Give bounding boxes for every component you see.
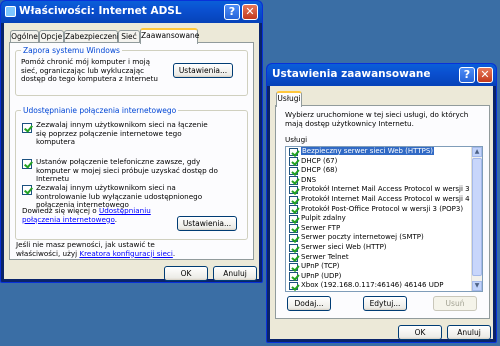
service-checkbox[interactable] xyxy=(289,243,298,252)
service-checkbox[interactable] xyxy=(289,253,298,262)
advanced-tab-panel: Zapora systemu Windows Pomóż chronić mój… xyxy=(9,42,254,260)
services-label: Usługi xyxy=(285,135,308,144)
service-item[interactable]: Xbox (192.168.0.117:46146) 46146 UDP xyxy=(288,281,471,291)
service-checkbox[interactable] xyxy=(289,214,298,224)
service-item[interactable]: Serwer sieci Web (HTTP) xyxy=(288,243,471,253)
service-checkbox[interactable] xyxy=(289,176,298,185)
services-list[interactable]: Bezpieczny serwer sieci Web (HTTPS) DHCP… xyxy=(285,146,483,292)
close-button[interactable]: ✕ xyxy=(242,4,258,20)
properties-window: Właściwości: Internet ADSL ? ✕ Ogólne Op… xyxy=(0,0,263,283)
service-item[interactable]: Serwer Telnet xyxy=(288,253,471,263)
ics-learn-more: Dowiedz się więcej o Udostępnianiu połąc… xyxy=(22,206,152,224)
ics-settings-button[interactable]: Ustawienia... xyxy=(177,216,237,231)
scroll-up-icon[interactable]: ▲ xyxy=(472,147,482,157)
service-checkbox[interactable] xyxy=(289,147,298,156)
dial-on-demand-checkbox[interactable] xyxy=(22,159,32,169)
scrollbar-thumb[interactable] xyxy=(472,158,482,276)
ics-group: Udostępnianie połączenia internetowego Z… xyxy=(15,106,248,240)
properties-client: Ogólne Opcje Zabezpieczenia Sieć Zaawans… xyxy=(4,23,259,281)
properties-title: Właściwości: Internet ADSL xyxy=(19,5,182,17)
services-scrollbar[interactable]: ▲ ▼ xyxy=(471,147,482,291)
service-checkbox[interactable] xyxy=(289,224,298,233)
service-item[interactable]: Bezpieczny serwer sieci Web (HTTPS) xyxy=(288,147,471,157)
service-item[interactable]: UPnP (UDP) xyxy=(288,272,471,282)
advanced-help-button[interactable]: ? xyxy=(459,67,475,83)
service-checkbox[interactable] xyxy=(289,205,298,214)
footer-note-suffix: . xyxy=(172,248,176,258)
service-item[interactable]: Protokół Internet Mail Access Protocol w… xyxy=(288,185,482,195)
service-item[interactable]: Protokół Post-Office Protocol w wersji 3… xyxy=(288,205,471,215)
dial-on-demand-label: Ustanów połączenie telefoniczne zawsze, … xyxy=(36,157,218,184)
network-wizard-link[interactable]: Kreatora konfiguracji sieci xyxy=(79,249,172,258)
network-connection-icon xyxy=(5,6,16,17)
properties-cancel-button[interactable]: Anuluj xyxy=(213,266,257,281)
service-item[interactable]: Serwer poczty internetowej (SMTP) xyxy=(288,233,471,243)
service-checkbox[interactable] xyxy=(289,166,298,176)
ics-learn-more-suffix: . xyxy=(114,214,118,224)
scroll-down-icon[interactable]: ▼ xyxy=(472,281,482,291)
service-item[interactable]: Protokół Internet Mail Access Protocol w… xyxy=(288,195,482,205)
properties-ok-button[interactable]: OK xyxy=(164,266,208,281)
advanced-title: Ustawienia zaawansowane xyxy=(272,68,431,80)
service-checkbox[interactable] xyxy=(289,185,298,195)
firewall-description: Pomóż chronić mój komputer i moją sieć, … xyxy=(21,57,158,84)
edit-service-button[interactable]: Edytuj... xyxy=(363,296,407,311)
advanced-close-button[interactable]: ✕ xyxy=(477,67,493,83)
firewall-group-title: Zapora systemu Windows xyxy=(21,46,122,55)
firewall-group: Zapora systemu Windows Pomóż chronić mój… xyxy=(15,46,248,96)
service-checkbox[interactable] xyxy=(289,233,298,243)
ics-group-title: Udostępnianie połączenia internetowego xyxy=(21,106,179,115)
service-item[interactable]: Pulpit zdalny xyxy=(288,214,471,224)
properties-titlebar[interactable]: Właściwości: Internet ADSL ? ✕ xyxy=(1,1,262,23)
allow-sharing-label: Zezwalaj innym użytkownikom sieci na łąc… xyxy=(36,120,208,147)
advanced-cancel-button[interactable]: Anuluj xyxy=(447,325,491,340)
service-checkbox[interactable] xyxy=(289,195,298,204)
firewall-settings-button[interactable]: Ustawienia... xyxy=(173,63,233,78)
allow-sharing-checkbox[interactable] xyxy=(22,123,32,133)
advanced-settings-window: Ustawienia zaawansowane ? ✕ Usługi Wybie… xyxy=(266,63,497,343)
service-checkbox[interactable] xyxy=(289,272,298,281)
allow-control-checkbox[interactable] xyxy=(22,185,32,195)
service-checkbox[interactable] xyxy=(289,262,298,272)
service-item[interactable]: Serwer FTP xyxy=(288,224,471,234)
help-button[interactable]: ? xyxy=(224,4,240,20)
advanced-client: Usługi Wybierz uruchomione w tej sieci u… xyxy=(270,86,493,340)
services-description: Wybierz uruchomione w tej sieci usługi, … xyxy=(285,110,469,128)
footer-note: Jeśli nie masz pewności, jak ustawić te … xyxy=(16,240,196,258)
add-service-button[interactable]: Dodaj... xyxy=(287,296,331,311)
service-item[interactable]: DHCP (67) xyxy=(288,157,471,167)
tab-advanced[interactable]: Zaawansowane xyxy=(140,28,199,44)
service-item[interactable]: DHCP (68) xyxy=(288,166,471,176)
services-panel: Wybierz uruchomione w tej sieci usługi, … xyxy=(275,105,490,319)
service-item[interactable]: UPnP (TCP) xyxy=(288,262,471,272)
service-item[interactable]: DNS xyxy=(288,176,471,186)
service-checkbox[interactable] xyxy=(289,157,298,166)
remove-service-button[interactable]: Usuń xyxy=(433,296,477,311)
service-checkbox[interactable] xyxy=(289,281,298,291)
advanced-titlebar[interactable]: Ustawienia zaawansowane ? ✕ xyxy=(267,64,496,86)
advanced-ok-button[interactable]: OK xyxy=(398,325,442,340)
tab-services[interactable]: Usługi xyxy=(276,91,302,107)
